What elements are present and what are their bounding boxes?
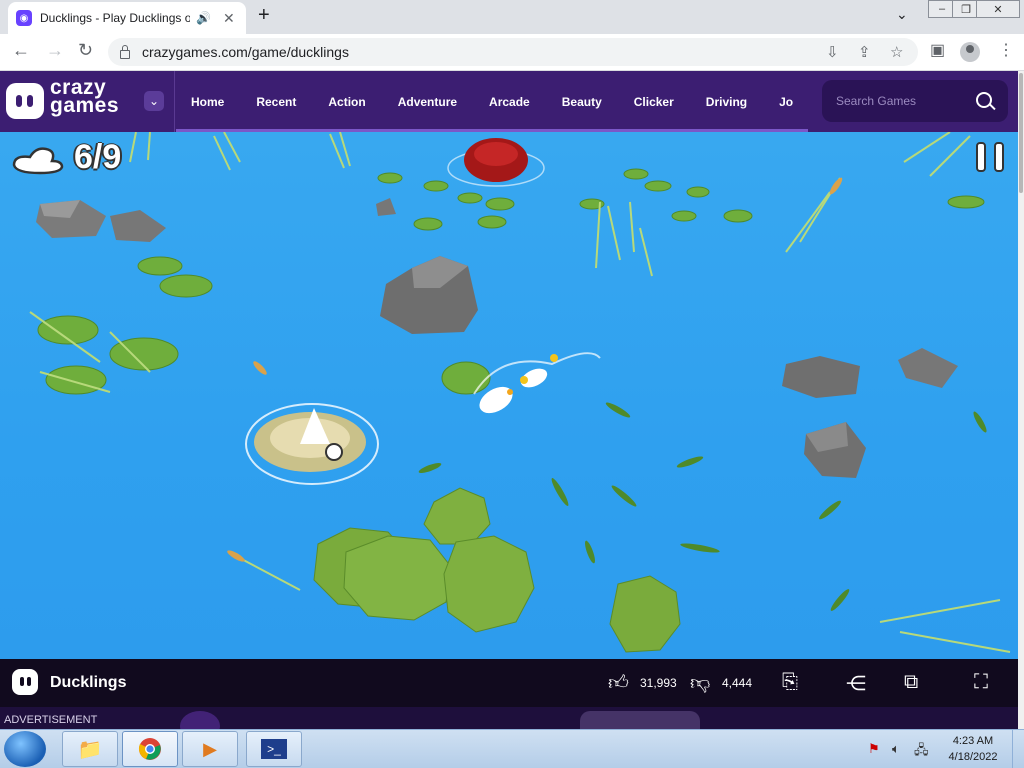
powershell-icon: >_ [261,739,287,759]
clock-date: 4/18/2022 [948,751,998,763]
crazygames-favicon-icon: ◉ [16,10,32,26]
pause-bar-left [976,142,986,172]
duck-nest [245,403,379,485]
forward-arrow-icon[interactable]: → [46,40,64,61]
game-info-bar: Ducklings 👍︎ 31,993 👎︎ 4,444 ⎘ ⋲ ⧉ ⛶ [0,659,1018,707]
profile-avatar-icon[interactable] [960,42,980,62]
taskbar-media-player[interactable]: ▶ [182,731,238,767]
red-crab [447,138,545,187]
category-nav: Home Recent Action Adventure Arcade Beau… [176,71,793,132]
game-logo-icon [12,669,38,695]
nav-divider [174,71,175,132]
windows-taskbar: 📁 ▶ >_ ⚑ 🔈︎ 🖧 4:23 AM 4/18/2022 [0,729,1024,768]
big-lily-pads [313,487,681,653]
search-box[interactable] [822,80,1008,122]
site-header: crazy games ⌄ Home Recent Action Adventu… [0,71,1018,132]
nav-driving[interactable]: Driving [706,95,747,109]
search-icon[interactable] [976,92,992,108]
ad-graphic [580,711,700,729]
pause-button[interactable] [974,140,1010,176]
rocks [36,198,958,478]
close-window-button[interactable]: ✕ [976,0,1020,18]
show-desktop-button[interactable] [1012,730,1024,768]
logo-text: crazy games [50,76,120,117]
tab-title: Ducklings - Play Ducklings o [40,11,190,25]
advertisement-strip: ADVERTISEMENT [0,707,1018,729]
duckling-counter: 6/9 [10,138,121,177]
chrome-icon [138,738,161,760]
nav-recent[interactable]: Recent [256,95,296,109]
small-lily-pads [37,168,985,395]
media-player-icon: ▶ [203,738,217,759]
tab-search-chevron-icon[interactable]: ⌄ [896,6,908,23]
tab-close-icon[interactable]: ✕ [223,10,235,27]
pond-scene [29,132,1011,653]
address-bar[interactable]: crazygames.com/game/ducklings ⇩ ⇪ ☆ [108,38,918,66]
back-arrow-icon[interactable]: ← [12,40,30,61]
install-app-icon[interactable]: ⇩ [826,43,839,61]
duck-icon [12,146,64,174]
duckling-count: 6/9 [74,138,122,176]
reload-icon[interactable]: ↻ [78,40,93,61]
embed-icon[interactable]: ⎘ [782,671,798,694]
game-title: Ducklings [50,674,127,691]
logo-mark-icon [6,83,44,119]
page-scrollbar[interactable] [1018,71,1024,729]
ad-graphic [180,711,220,729]
taskbar-chrome[interactable] [122,731,178,767]
share-icon[interactable]: ⇪ [858,43,871,61]
scrollbar-thumb[interactable] [1019,73,1023,193]
folder-icon: 📁 [77,738,103,761]
thumbs-down-icon[interactable]: 👎︎ [690,671,710,695]
crazygames-logo[interactable]: crazy games [6,76,134,123]
menu-chevron-down-icon[interactable]: ⌄ [144,91,164,111]
nav-adventure[interactable]: Adventure [398,95,457,109]
taskbar-powershell[interactable]: >_ [246,731,302,767]
nav-beauty[interactable]: Beauty [562,95,602,109]
lock-icon[interactable] [120,44,130,59]
taskbar-explorer[interactable]: 📁 [62,731,118,767]
url-text: crazygames.com/game/ducklings [142,44,349,60]
game-canvas[interactable]: 6/9 [0,132,1018,659]
new-tab-button[interactable]: + [258,4,270,27]
ducks [473,352,601,414]
advertisement-label: ADVERTISEMENT [4,714,98,726]
side-panel-icon[interactable]: ▣ [930,40,945,60]
search-input[interactable] [834,93,968,109]
nav-clicker[interactable]: Clicker [634,95,674,109]
speaker-icon[interactable]: 🔊 [196,11,211,25]
fullscreen-icon[interactable]: ⛶ [974,671,988,694]
likes-count: 31,993 [640,676,677,690]
browser-menu-icon[interactable]: ⋮ [998,40,1014,60]
network-icon[interactable]: 🖧 [914,741,929,763]
action-center-flag-icon[interactable]: ⚑ [868,741,880,757]
nav-action[interactable]: Action [328,95,365,109]
pause-bar-right [994,142,1004,172]
volume-icon[interactable]: 🔈︎ [892,741,900,757]
nav-home[interactable]: Home [191,95,224,109]
clock-time: 4:23 AM [952,735,994,747]
browser-toolbar: ← → ↻ crazygames.com/game/ducklings ⇩ ⇪ … [0,34,1024,71]
theater-mode-icon[interactable]: ⧉ [904,671,918,694]
start-button[interactable] [4,731,46,767]
bookmark-star-icon[interactable]: ☆ [890,43,903,61]
thumbs-up-icon[interactable]: 👍︎ [608,671,629,695]
browser-tab[interactable]: ◉ Ducklings - Play Ducklings o 🔊 ✕ [8,2,246,34]
nav-jo[interactable]: Jo [779,95,793,109]
browser-tab-strip: ◉ Ducklings - Play Ducklings o 🔊 ✕ + ⌄ –… [0,0,1024,34]
nav-arcade[interactable]: Arcade [489,95,530,109]
dislikes-count: 4,444 [722,676,753,690]
taskbar-clock[interactable]: 4:23 AM 4/18/2022 [942,733,1004,765]
share-icon[interactable]: ⋲ [846,671,866,696]
